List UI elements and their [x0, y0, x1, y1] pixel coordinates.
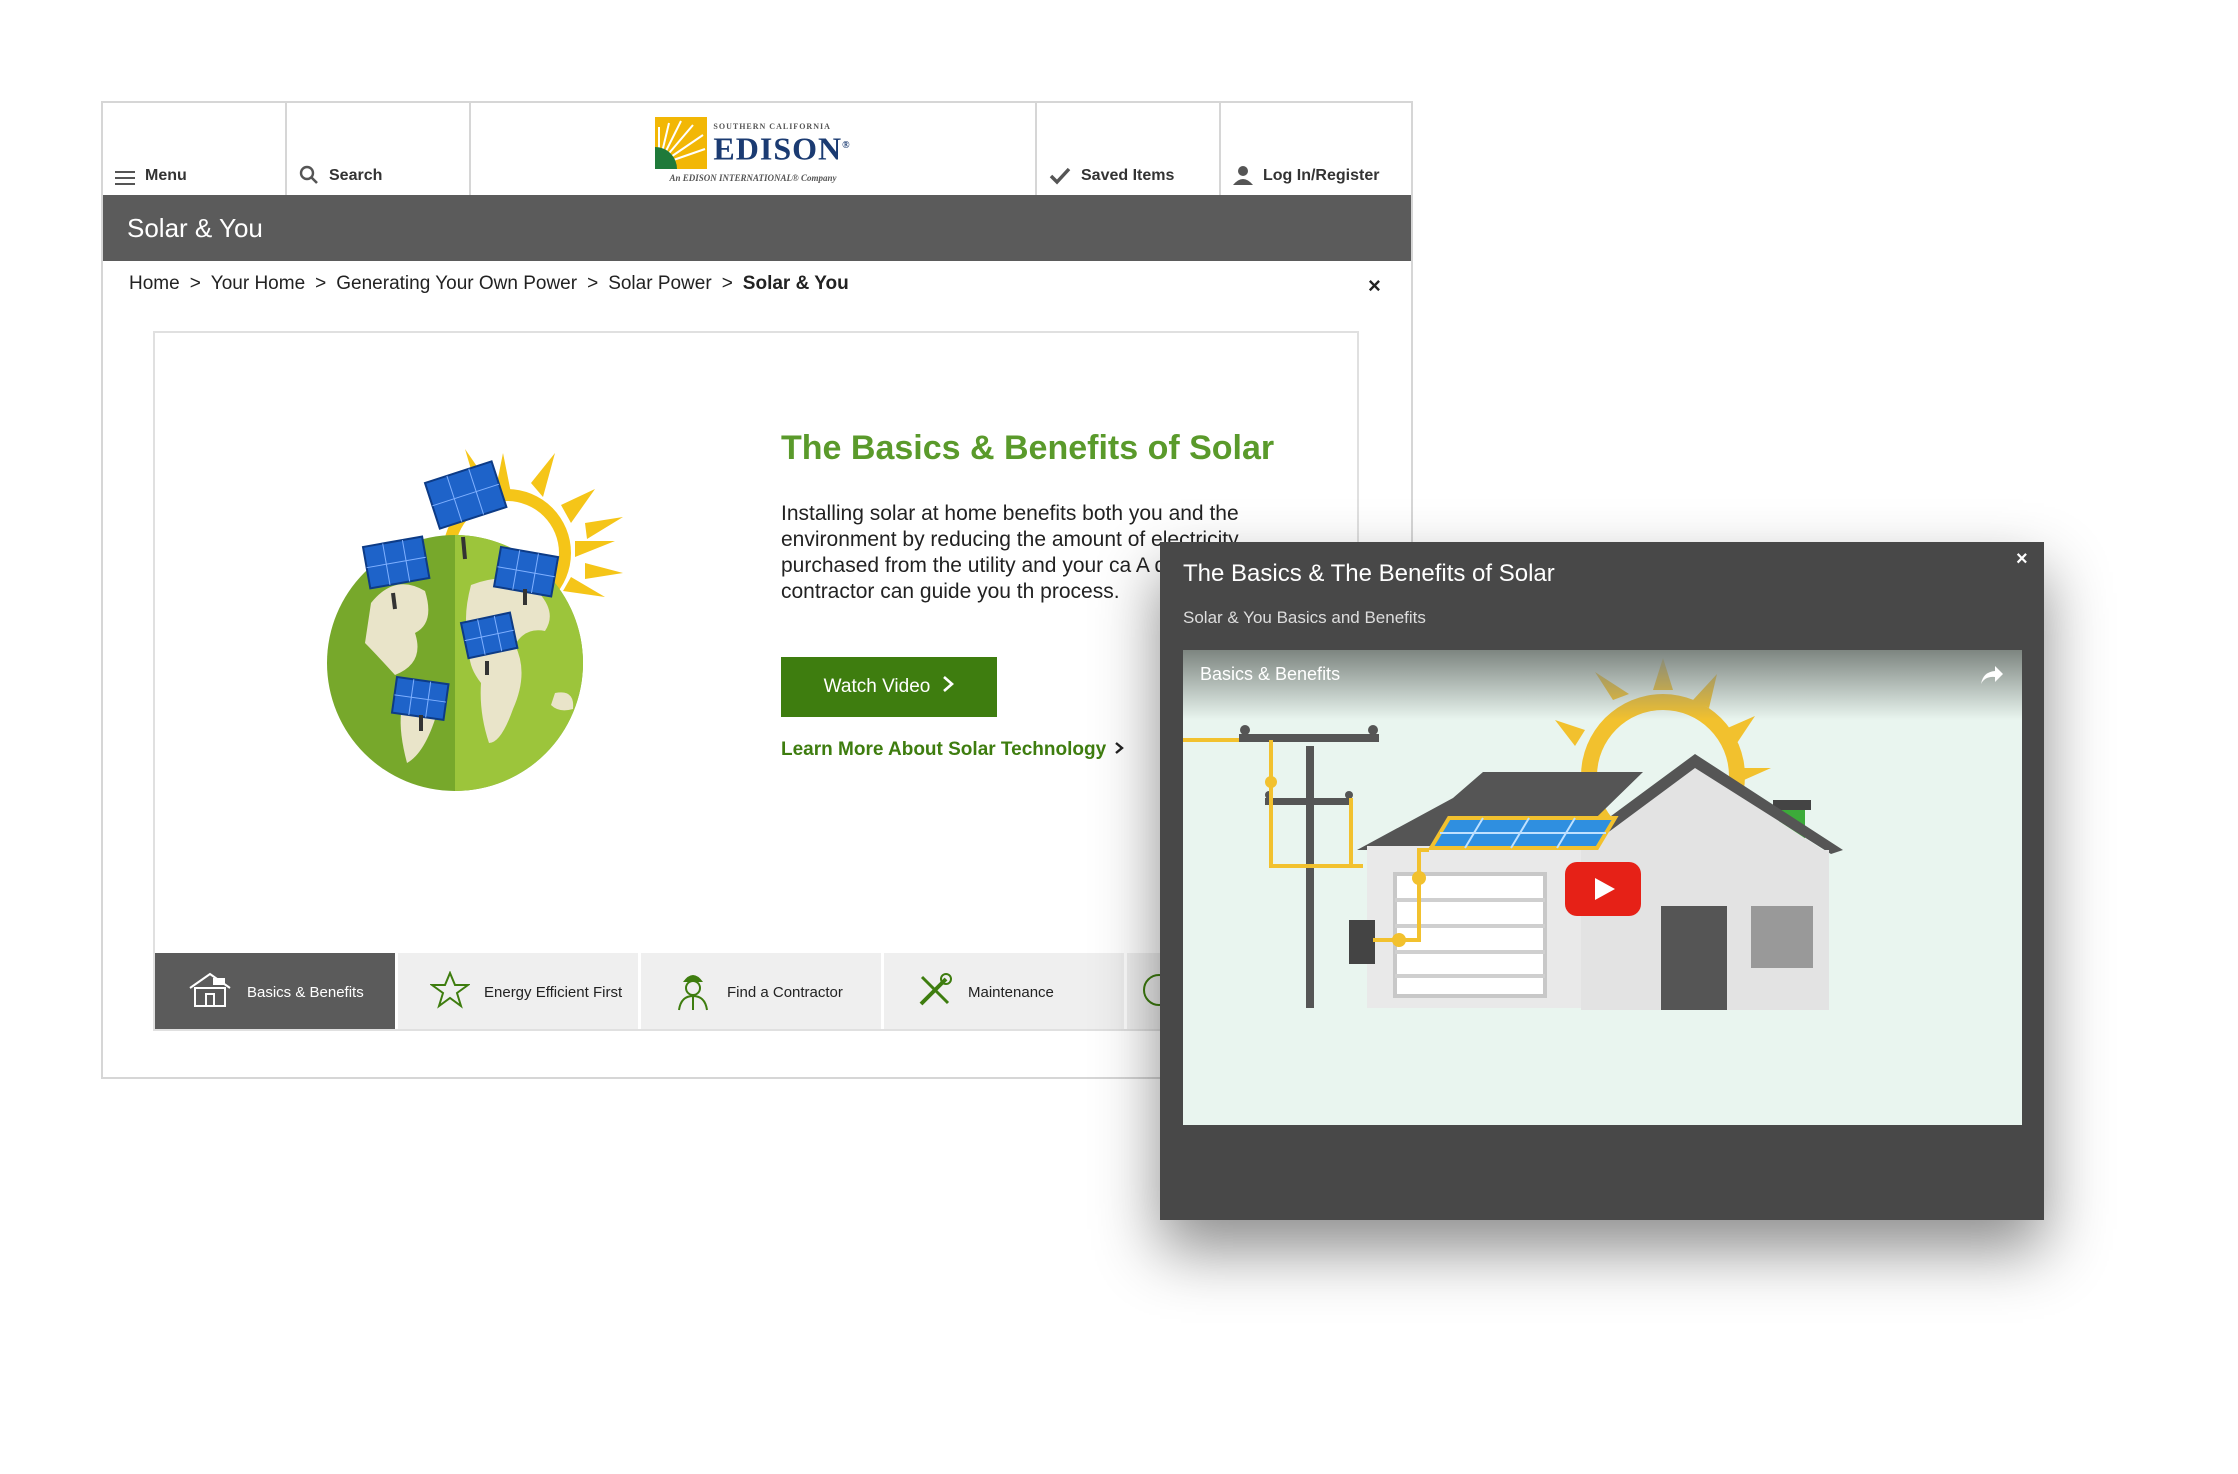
breadcrumb-current: Solar & You	[742, 273, 849, 294]
tab-maintenance[interactable]: Maintenance	[884, 953, 1124, 1029]
breadcrumb-your-home[interactable]: Your Home	[211, 273, 305, 295]
edison-sun-logo-icon	[655, 117, 708, 169]
watch-video-label: Watch Video	[823, 676, 931, 697]
watch-video-button[interactable]: Watch Video	[781, 657, 997, 717]
share-icon[interactable]	[1979, 664, 2005, 691]
logo-tagline: An EDISON INTERNATIONAL® Company	[669, 173, 837, 183]
video-title[interactable]: Basics & Benefits	[1200, 664, 1340, 685]
breadcrumb-separator: >	[315, 273, 327, 294]
breadcrumb: Home > Your Home > Generating Your Own P…	[129, 273, 849, 295]
breadcrumb-home[interactable]: Home	[129, 273, 180, 295]
breadcrumb-solar-power[interactable]: Solar Power	[608, 273, 712, 295]
breadcrumb-separator: >	[189, 273, 201, 294]
learn-more-link[interactable]: Learn More About Solar Technology	[781, 739, 1125, 761]
play-button-icon[interactable]	[1565, 862, 1641, 921]
topic-tabs: Basics & Benefits Energy Efficient First…	[155, 953, 1190, 1029]
tab-label: Maintenance	[968, 983, 1054, 1001]
login-register-label: Log In/Register	[1263, 167, 1380, 184]
top-navigation: Menu Search SOUTHERN CALIFORNIA EDISON® …	[103, 103, 1411, 195]
modal-subtitle: Solar & You Basics and Benefits	[1183, 608, 1426, 627]
video-player[interactable]: Basics & Benefits	[1183, 650, 2022, 1125]
logo-small-text: SOUTHERN CALIFORNIA	[713, 122, 831, 132]
tab-find-contractor[interactable]: Find a Contractor	[641, 953, 881, 1029]
tools-icon	[916, 971, 954, 1013]
saved-items-label: Saved Items	[1081, 167, 1175, 184]
breadcrumb-separator: >	[721, 273, 733, 294]
breadcrumb-separator: >	[587, 273, 599, 294]
logo-name: EDISON®	[713, 130, 851, 167]
checkmark-icon	[1049, 167, 1071, 185]
contractor-icon	[673, 968, 713, 1016]
star-icon	[428, 970, 472, 1013]
breadcrumb-generating-power[interactable]: Generating Your Own Power	[336, 273, 577, 295]
tab-label: Basics & Benefits	[247, 983, 364, 1001]
modal-close-button[interactable]: ×	[2016, 548, 2028, 571]
saved-items-button[interactable]: Saved Items	[1037, 103, 1221, 195]
page-title: Solar & You	[127, 212, 263, 243]
menu-button[interactable]: Menu	[103, 103, 287, 195]
search-button[interactable]: Search	[287, 103, 471, 195]
user-icon	[1233, 165, 1253, 185]
hero-title: The Basics & Benefits of Solar	[781, 429, 1275, 467]
tab-basics-benefits[interactable]: Basics & Benefits	[155, 953, 395, 1029]
modal-title: The Basics & The Benefits of Solar	[1183, 560, 1555, 587]
house-solar-icon	[187, 972, 233, 1012]
tab-energy-efficient-first[interactable]: Energy Efficient First	[398, 953, 638, 1029]
page-title-bar: Solar & You	[103, 195, 1411, 261]
earth-solar-illustration	[327, 449, 623, 791]
login-register-button[interactable]: Log In/Register	[1221, 103, 1411, 195]
chevron-right-icon	[1114, 739, 1125, 761]
video-modal: The Basics & The Benefits of Solar Solar…	[1160, 542, 2044, 1220]
chevron-right-icon	[942, 675, 955, 699]
menu-label: Menu	[145, 167, 187, 184]
tab-label: Find a Contractor	[727, 983, 843, 1001]
search-label: Search	[329, 167, 383, 184]
search-icon	[299, 165, 319, 185]
hamburger-icon	[115, 171, 135, 185]
video-top-gradient	[1183, 650, 2022, 720]
edison-logo[interactable]: SOUTHERN CALIFORNIA EDISON® An EDISON IN…	[471, 103, 1037, 195]
page-close-button[interactable]: ×	[1368, 273, 1381, 299]
tab-label: Energy Efficient First	[484, 983, 623, 1001]
learn-more-label: Learn More About Solar Technology	[781, 739, 1107, 760]
